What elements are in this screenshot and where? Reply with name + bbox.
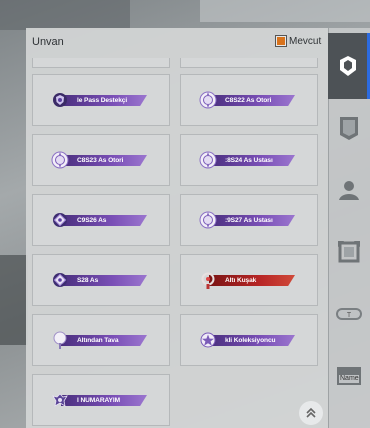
ring-emblem-icon	[201, 272, 215, 289]
title-cell[interactable]: :9S27 As Ustası	[180, 194, 318, 246]
owned-filter-label: Mevcut	[289, 35, 322, 47]
title-badge: kli Koleksiyoncu	[199, 332, 295, 348]
title-label: le Pass Destekçi	[77, 97, 128, 104]
title-badge: C9S26 As	[51, 212, 147, 228]
title-cell[interactable]: :8S24 As Ustası	[180, 134, 318, 186]
scroll-to-top-button[interactable]	[299, 401, 323, 425]
diamond-emblem-icon	[53, 213, 67, 227]
title-cell[interactable]: kli Koleksiyoncu	[180, 314, 318, 366]
title-label: C8S23 As Otori	[77, 157, 124, 164]
frame-icon	[336, 239, 362, 265]
title-label: Altı Kuşak	[225, 277, 257, 284]
star-emblem-icon	[200, 332, 216, 348]
title-cell[interactable]: C9S26 As	[32, 194, 170, 246]
title-cell[interactable]: C8S23 As Otori	[32, 134, 170, 186]
title-label: kli Koleksiyoncu	[225, 337, 276, 344]
title-label: C9S26 As	[77, 217, 107, 224]
title-badge: le Pass Destekçi	[51, 92, 147, 108]
title-badge: C8S23 As Otori	[51, 151, 147, 169]
tab-frame[interactable]	[328, 219, 370, 285]
title-badge: :9S27 As Ustası	[199, 211, 295, 229]
panel-title: Unvan	[32, 36, 64, 48]
category-sidebar: T Name	[328, 28, 370, 428]
owned-filter-checkbox[interactable]: Mevcut	[275, 35, 321, 47]
tab-tag[interactable]: T	[328, 281, 370, 347]
title-label: :9S27 As Ustası	[225, 217, 273, 224]
crest-emblem-icon	[199, 211, 217, 229]
crest-emblem-icon	[199, 91, 217, 109]
title-badge: C8S22 As Otori	[199, 91, 295, 109]
title-label: :8S24 As Ustası	[225, 157, 273, 164]
title-cell[interactable]: le Pass Destekçi	[32, 74, 170, 126]
title-cell[interactable]: Altı Kuşak	[180, 254, 318, 306]
title-cell[interactable]: S28 As	[32, 254, 170, 306]
title-badge: :8S24 As Ustası	[199, 151, 295, 169]
title-badge: Altı Kuşak	[199, 272, 295, 289]
shield-emblem-icon	[53, 93, 67, 107]
title-badge: I NUMARAYIM	[51, 392, 147, 408]
title-label: I NUMARAYIM	[77, 397, 120, 404]
title-panel: Unvan Mevcut le Pass Destekçi C8S22 As Ot…	[26, 28, 328, 428]
tab-banner[interactable]	[328, 95, 370, 161]
title-emblem-icon	[336, 54, 360, 78]
wings-emblem-icon	[52, 393, 68, 407]
title-badge: Altından Tava	[51, 331, 147, 349]
checkbox-box[interactable]	[275, 35, 287, 47]
title-label: Altından Tava	[77, 337, 119, 344]
title-cell[interactable]: Altından Tava	[32, 314, 170, 366]
title-cell-partial[interactable]	[180, 58, 318, 68]
tab-title[interactable]	[328, 33, 370, 99]
title-grid: le Pass Destekçi C8S22 As Otori C8S23 As O…	[26, 58, 328, 428]
panel-header: Unvan Mevcut	[26, 28, 328, 58]
tab-nameplate[interactable]: Name	[328, 343, 370, 409]
title-cell[interactable]: C8S22 As Otori	[180, 74, 318, 126]
title-cell[interactable]: I NUMARAYIM	[32, 374, 170, 426]
title-badge: S28 As	[51, 272, 147, 288]
diamond-emblem-icon	[53, 273, 67, 287]
banner-icon	[338, 115, 360, 141]
checkbox-checkmark	[277, 37, 285, 45]
title-label: C8S22 As Otori	[225, 97, 272, 104]
crest-emblem-icon	[51, 151, 69, 169]
tab-avatar[interactable]	[328, 157, 370, 223]
nameplate-text: Name	[340, 375, 359, 382]
tag-icon: T	[335, 306, 363, 322]
crest-emblem-icon	[199, 151, 217, 169]
title-label: S28 As	[77, 277, 99, 284]
double-chevron-up-icon	[306, 407, 316, 418]
title-cell-partial[interactable]	[32, 58, 170, 68]
pan-emblem-icon	[53, 331, 67, 349]
svg-text:T: T	[347, 312, 352, 319]
avatar-icon	[337, 178, 361, 202]
